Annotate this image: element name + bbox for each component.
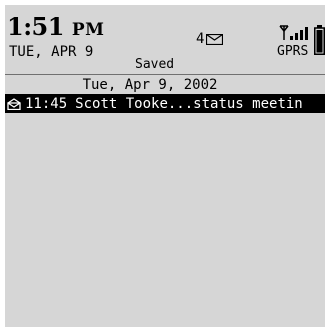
status-header: 1:51 PM TUE, APR 9 Saved 4 GPRS (5, 5, 325, 77)
clock: 1:51 PM (7, 13, 104, 44)
opened-envelope-icon (7, 98, 21, 110)
device-screen: 1:51 PM TUE, APR 9 Saved 4 GPRS Tue, Apr… (5, 5, 325, 327)
envelope-icon (206, 33, 224, 45)
signal-antenna-icon (279, 25, 308, 40)
message-list: Tue, Apr 9, 2002 11:45 Scott Tooke...sta… (5, 77, 325, 113)
message-time: 11:45 (25, 96, 68, 112)
message-list-item[interactable]: 11:45 Scott Tooke...status meetin (5, 95, 325, 113)
clock-time: 1:51 (7, 12, 64, 41)
date-group-header: Tue, Apr 9, 2002 (5, 77, 325, 95)
unread-count: 4 (196, 31, 205, 47)
network-type-label: GPRS (277, 44, 309, 59)
message-summary: Scott Tooke...status meetin (75, 96, 303, 112)
battery-icon (314, 25, 325, 55)
clock-ampm: PM (71, 20, 105, 40)
current-date: TUE, APR 9 (9, 44, 94, 60)
saved-status-label: Saved (135, 57, 175, 72)
unread-messages-indicator: 4 (196, 31, 224, 47)
header-divider (5, 74, 325, 75)
